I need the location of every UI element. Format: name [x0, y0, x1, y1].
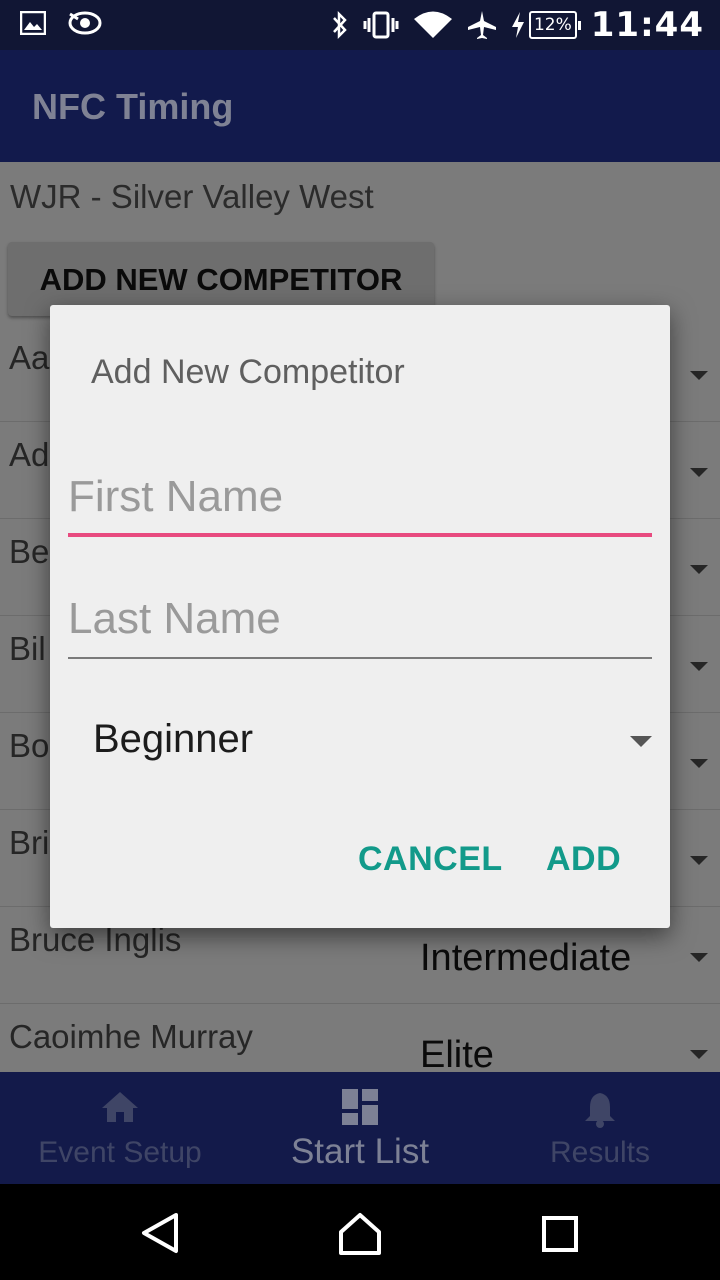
- dashboard-icon: [342, 1089, 378, 1125]
- bottom-navigation: Event Setup Start List Results: [0, 1072, 720, 1184]
- competitor-name: Bo: [9, 727, 50, 764]
- battery-level: 12%: [533, 15, 572, 35]
- competitor-name: Be: [9, 533, 50, 570]
- last-name-input[interactable]: [68, 589, 652, 649]
- competitor-level[interactable]: Elite: [420, 1034, 494, 1072]
- competitor-name: Bil: [9, 630, 46, 667]
- wifi-icon: [413, 11, 452, 38]
- airplane-icon: [467, 11, 496, 39]
- list-item[interactable]: Caoimhe Murray Elite: [0, 1004, 720, 1072]
- vibrate-icon: [363, 11, 399, 39]
- chevron-down-icon[interactable]: [690, 565, 708, 574]
- nav-label: Results: [549, 1136, 651, 1169]
- system-navigation-bar: [0, 1184, 720, 1280]
- nav-start-list[interactable]: Start List: [240, 1072, 480, 1184]
- home-circle-icon[interactable]: [338, 1212, 382, 1256]
- first-name-input[interactable]: [68, 467, 652, 527]
- chevron-down-icon[interactable]: [690, 953, 708, 962]
- first-name-underline: [68, 533, 652, 537]
- app-bar: NFC Timing: [0, 50, 720, 162]
- competitor-name: Ad: [9, 436, 50, 473]
- status-bar: 12% 11:44: [0, 0, 720, 50]
- battery-icon: 12%: [528, 11, 581, 39]
- cancel-button[interactable]: CANCEL: [358, 840, 503, 879]
- level-dropdown[interactable]: Beginner: [90, 705, 654, 781]
- competitor-name: Bri: [9, 824, 50, 861]
- charging-icon: [511, 12, 524, 38]
- competitor-name: Caoimhe Murray: [9, 1018, 253, 1055]
- event-name: WJR - Silver Valley West: [10, 178, 374, 215]
- bluetooth-icon: [333, 10, 347, 40]
- app-title: NFC Timing: [32, 86, 234, 127]
- chevron-down-icon[interactable]: [690, 662, 708, 671]
- add-competitor-dialog: Add New Competitor Beginner CANCEL ADD: [50, 305, 670, 928]
- chevron-down-icon[interactable]: [690, 759, 708, 768]
- last-name-underline: [68, 657, 652, 659]
- bell-icon: [585, 1093, 615, 1128]
- competitor-name: Aa: [9, 339, 50, 376]
- chevron-down-icon[interactable]: [690, 1050, 708, 1059]
- chevron-down-icon[interactable]: [690, 856, 708, 865]
- chevron-down-icon[interactable]: [690, 371, 708, 380]
- last-name-field[interactable]: [68, 589, 652, 659]
- home-icon: [102, 1092, 138, 1122]
- competitor-level[interactable]: Intermediate: [420, 937, 631, 980]
- add-button[interactable]: ADD: [546, 840, 621, 879]
- nav-label: Start List: [290, 1132, 430, 1171]
- nav-event-setup[interactable]: Event Setup: [0, 1072, 240, 1184]
- eye-icon: [68, 11, 102, 35]
- first-name-field[interactable]: [68, 467, 652, 537]
- back-icon[interactable]: [140, 1212, 180, 1254]
- dialog-title: Add New Competitor: [91, 353, 405, 391]
- image-icon: [20, 11, 46, 35]
- nav-label: Event Setup: [38, 1136, 202, 1169]
- chevron-down-icon[interactable]: [690, 468, 708, 477]
- chevron-down-icon[interactable]: [630, 736, 652, 747]
- recents-icon[interactable]: [542, 1216, 578, 1252]
- clock: 11:44: [590, 5, 704, 45]
- level-selected-value: Beginner: [93, 717, 254, 761]
- nav-results[interactable]: Results: [480, 1072, 720, 1184]
